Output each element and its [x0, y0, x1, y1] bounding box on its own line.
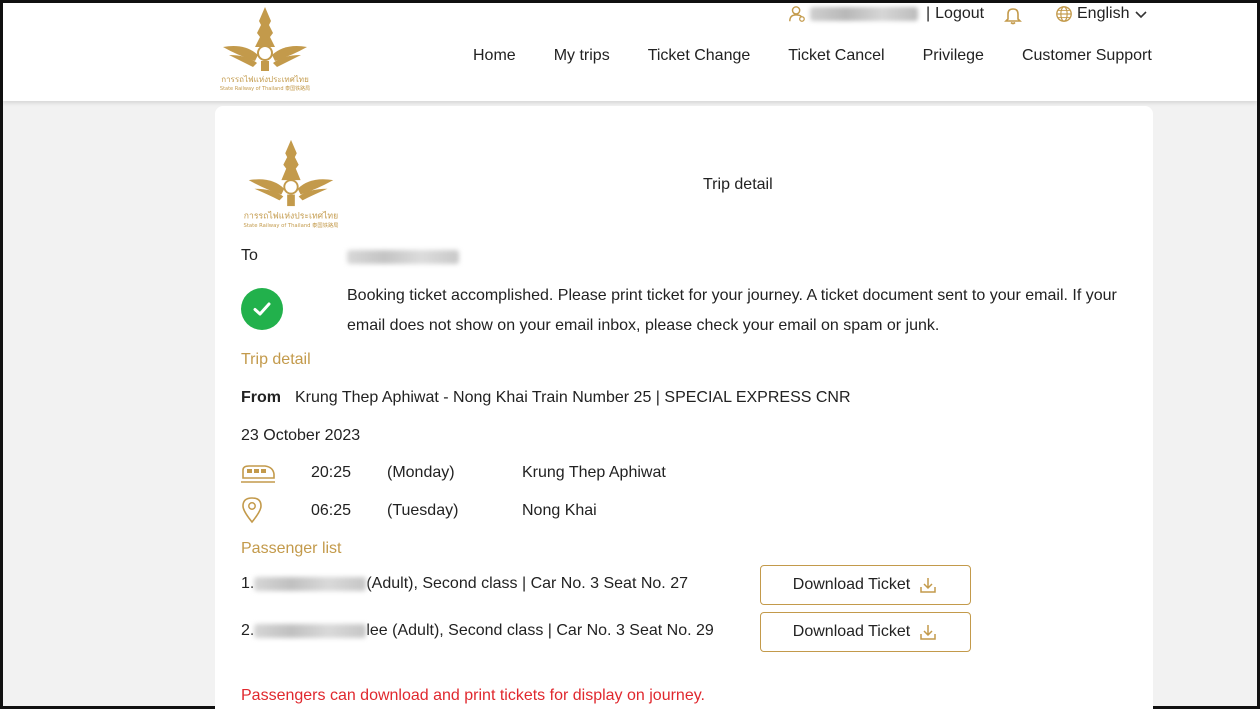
srt-logo[interactable]: การรถไฟแห่งประเทศไทย State Railway of Th… [215, 3, 315, 93]
top-navigation-bar: การรถไฟแห่งประเทศไทย State Railway of Th… [3, 3, 1257, 101]
travel-date: 23 October 2023 [241, 427, 361, 444]
passenger-row: 2. lee (Adult), Second class | Car No. 3… [241, 619, 714, 643]
logout-link[interactable]: Logout [935, 5, 984, 23]
train-icon [241, 465, 275, 483]
passenger-details: lee (Adult), Second class | Car No. 3 Se… [366, 622, 714, 639]
logo-text-thai: การรถไฟแห่งประเทศไทย [244, 211, 338, 222]
trip-detail-card: การรถไฟแห่งประเทศไทย State Railway of Th… [215, 106, 1153, 709]
booking-success-message: Booking ticket accomplished. Please prin… [347, 287, 1117, 334]
passenger-row: 1. (Adult), Second class | Car No. 3 Sea… [241, 572, 688, 596]
download-ticket-label: Download Ticket [792, 623, 911, 640]
arrival-day: (Tuesday) [387, 502, 459, 519]
nav-ticket-cancel[interactable]: Ticket Cancel [788, 47, 884, 65]
download-ticket-button[interactable]: Download Ticket [760, 612, 971, 652]
chevron-down-icon [1135, 11, 1148, 19]
nav-customer-support[interactable]: Customer Support [1022, 47, 1152, 65]
arrival-time: 06:25 [311, 502, 352, 519]
nav-home[interactable]: Home [473, 47, 516, 65]
success-check-icon [241, 288, 283, 330]
arrival-row: 06:25 (Tuesday) Nong Khai [241, 497, 841, 532]
departure-row: 20:25 (Monday) Krung Thep Aphiwat [241, 464, 841, 494]
srt-logo: การรถไฟแห่งประเทศไทย State Railway of Th… [244, 139, 339, 229]
to-label: To [241, 247, 258, 264]
page-title: Trip detail [703, 176, 773, 193]
main-nav: Home My trips Ticket Change Ticket Cance… [473, 47, 1152, 65]
departure-station: Krung Thep Aphiwat [522, 464, 666, 481]
arrival-station: Nong Khai [522, 502, 597, 519]
logo-text-english: State Railway of Thailand 泰国铁路局 [220, 85, 310, 92]
nav-ticket-change[interactable]: Ticket Change [648, 47, 751, 65]
username-redacted [810, 7, 918, 21]
recipient-name-redacted [347, 250, 459, 264]
route-row: From Krung Thep Aphiwat - Nong Khai Trai… [241, 389, 851, 407]
download-note: Passengers can download and print ticket… [241, 687, 705, 704]
passenger-list-heading: Passenger list [241, 540, 342, 557]
logo-text-english: State Railway of Thailand 泰国铁路局 [244, 221, 339, 229]
departure-day: (Monday) [387, 464, 455, 481]
logo-text-thai: การรถไฟแห่งประเทศไทย [221, 75, 309, 84]
download-icon [920, 625, 936, 640]
nav-my-trips[interactable]: My trips [554, 47, 610, 65]
passenger-details: (Adult), Second class | Car No. 3 Seat N… [366, 575, 688, 592]
language-label: English [1077, 5, 1130, 22]
trip-detail-heading: Trip detail [241, 351, 311, 368]
passenger-name-redacted [254, 577, 367, 591]
download-icon [920, 578, 936, 593]
language-selector[interactable]: English [1055, 3, 1153, 25]
passenger-index: 2. [241, 622, 255, 639]
user-area: | Logout [788, 3, 984, 25]
download-ticket-label: Download Ticket [792, 576, 911, 593]
globe-icon [1056, 6, 1072, 22]
location-pin-icon [242, 497, 262, 524]
passenger-index: 1. [241, 575, 255, 592]
divider: | [926, 5, 931, 22]
departure-time: 20:25 [311, 464, 352, 481]
download-ticket-button[interactable]: Download Ticket [760, 565, 971, 605]
nav-privilege[interactable]: Privilege [923, 47, 984, 65]
passenger-name-redacted [254, 624, 367, 638]
route-text: Krung Thep Aphiwat - Nong Khai Train Num… [295, 389, 851, 406]
user-icon[interactable] [788, 5, 806, 23]
bell-icon[interactable] [1003, 5, 1023, 25]
from-label: From [241, 389, 281, 406]
